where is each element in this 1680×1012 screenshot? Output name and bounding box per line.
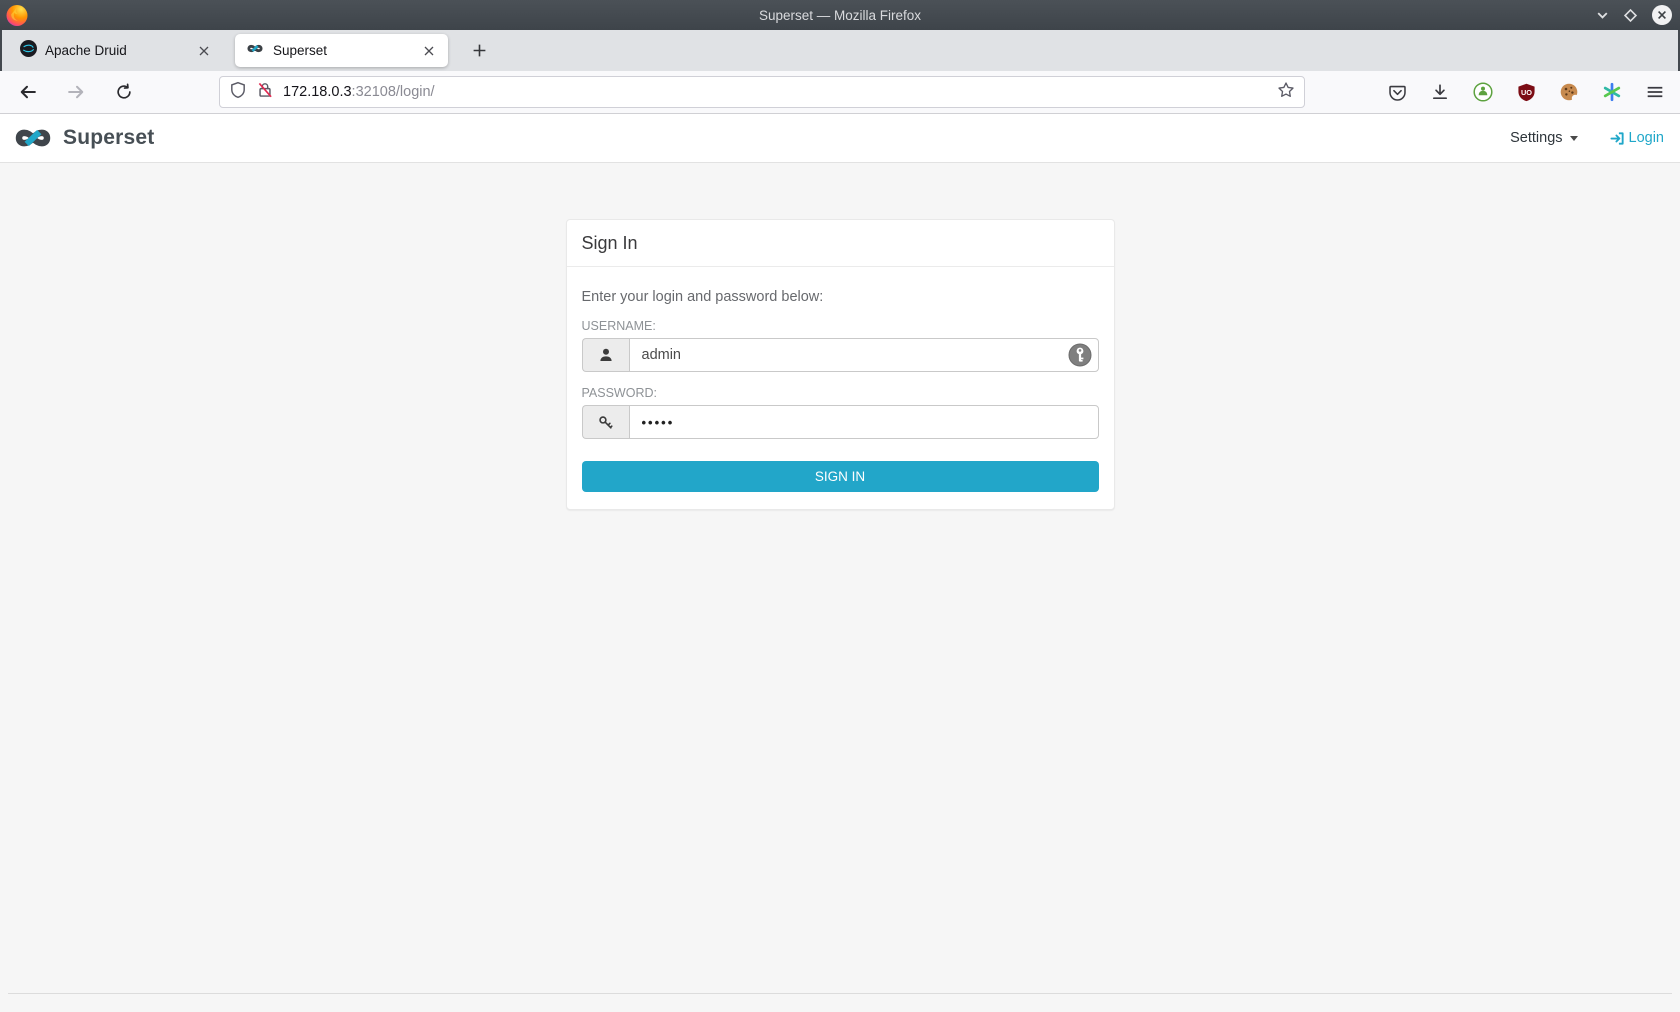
- ublock-badge-text: UO: [1520, 88, 1531, 97]
- tab-label: Superset: [273, 43, 328, 58]
- login-link[interactable]: Login: [1609, 130, 1664, 146]
- tab-label: Apache Druid: [45, 43, 127, 58]
- download-icon[interactable]: [1427, 79, 1453, 105]
- bookmark-star-icon[interactable]: [1277, 81, 1295, 104]
- settings-label: Settings: [1510, 130, 1563, 146]
- window-title: Superset — Mozilla Firefox: [758, 7, 922, 23]
- form-instructions: Enter your login and password below:: [581, 289, 824, 305]
- panel-title: Sign In: [566, 220, 1114, 267]
- ublock-origin-icon[interactable]: UO: [1513, 79, 1539, 105]
- back-button[interactable]: [14, 78, 42, 106]
- window-maximize-button[interactable]: [1623, 8, 1638, 23]
- superset-favicon: [245, 42, 265, 60]
- cookie-extension-icon[interactable]: [1556, 79, 1582, 105]
- user-icon: [581, 338, 629, 372]
- tab-close-icon[interactable]: [418, 40, 440, 62]
- sign-in-button[interactable]: SIGN IN: [581, 461, 1099, 492]
- login-label: Login: [1628, 130, 1664, 146]
- druid-favicon: [20, 39, 37, 62]
- url-bar[interactable]: 172.18.0.3:32108/login/: [219, 76, 1305, 108]
- tab-apache-druid[interactable]: Apache Druid: [10, 34, 223, 67]
- insecure-connection-icon[interactable]: [256, 81, 274, 104]
- key-icon: [581, 405, 629, 439]
- sign-in-panel: Sign In Enter your login and password be…: [565, 219, 1115, 510]
- navbar-right: Settings Login: [1510, 114, 1664, 162]
- sign-in-icon: [1609, 131, 1624, 145]
- tracking-protection-shield-icon[interactable]: [229, 81, 247, 104]
- settings-dropdown[interactable]: Settings: [1510, 130, 1578, 146]
- url-text[interactable]: 172.18.0.3:32108/login/: [283, 84, 1277, 100]
- brand-name: Superset: [63, 126, 155, 149]
- superset-navbar: Superset Settings Login: [0, 114, 1680, 163]
- tab-close-icon[interactable]: [193, 40, 215, 62]
- pocket-icon[interactable]: [1384, 79, 1410, 105]
- username-label: USERNAME:: [581, 319, 656, 333]
- window-titlebar: Superset — Mozilla Firefox: [0, 0, 1680, 30]
- menu-hamburger-icon[interactable]: [1642, 79, 1668, 105]
- window-controls: [1595, 0, 1673, 30]
- nav-buttons: [14, 71, 138, 113]
- browser-tab-bar: Apache Druid Superset: [0, 30, 1680, 71]
- password-label: PASSWORD:: [581, 386, 657, 400]
- window-close-button[interactable]: [1651, 4, 1673, 26]
- tab-superset[interactable]: Superset: [235, 34, 448, 67]
- reload-button[interactable]: [110, 78, 138, 106]
- keepassxc-key-icon[interactable]: [1068, 343, 1092, 367]
- footer-divider: [8, 993, 1672, 994]
- password-input-group: [581, 405, 1099, 439]
- firefox-logo-icon: [5, 3, 29, 32]
- page-content: Sign In Enter your login and password be…: [0, 163, 1680, 1012]
- sign-in-form: Enter your login and password below: USE…: [567, 267, 1114, 509]
- username-input-group: [581, 338, 1099, 372]
- chevron-down-icon: [1569, 135, 1578, 141]
- url-host: 172.18.0.3: [283, 84, 352, 100]
- username-input[interactable]: [628, 338, 1099, 372]
- greasemonkey-extension-icon[interactable]: [1470, 79, 1496, 105]
- forward-button[interactable]: [62, 78, 90, 106]
- new-tab-button[interactable]: [466, 38, 492, 64]
- url-path: :32108/login/: [351, 84, 435, 100]
- toolbar-extension-icons: UO: [1384, 71, 1668, 113]
- password-input[interactable]: [628, 405, 1099, 439]
- superset-logo[interactable]: Superset: [10, 114, 154, 162]
- superset-infinity-icon: [15, 129, 51, 147]
- languagetool-asterisk-icon[interactable]: [1599, 79, 1625, 105]
- window-minimize-button[interactable]: [1595, 8, 1610, 23]
- browser-nav-toolbar: 172.18.0.3:32108/login/ UO: [0, 71, 1680, 114]
